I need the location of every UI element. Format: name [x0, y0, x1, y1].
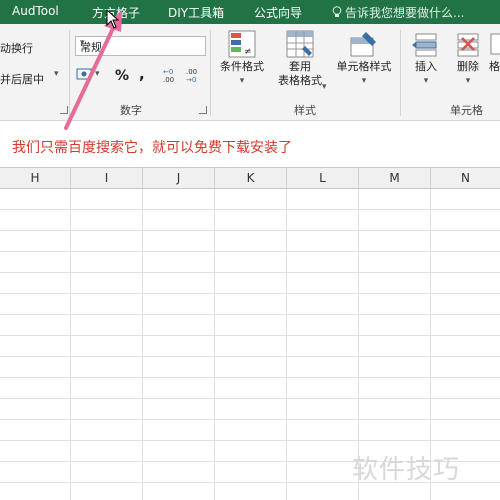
- number-format-select[interactable]: 常规 ▾: [75, 36, 206, 56]
- cells-group-label: 单元格: [450, 104, 483, 117]
- insert-cells-icon: [412, 30, 440, 58]
- conditional-formatting-button[interactable]: ≠ 条件格式 ▾: [214, 30, 270, 88]
- format-as-table-label-2: 表格格式: [278, 74, 322, 87]
- chevron-down-icon: ▾: [361, 76, 367, 86]
- column-header-h[interactable]: H: [0, 168, 71, 188]
- wrap-text-button[interactable]: 动换行: [0, 40, 33, 56]
- format-as-table-label-1: 套用: [289, 60, 311, 73]
- group-separator: [210, 30, 211, 116]
- group-separator: [400, 30, 401, 116]
- column-header-i[interactable]: I: [71, 168, 143, 188]
- column-header-bar: H I J K L M N: [0, 167, 500, 189]
- cell-styles-label: 单元格样式: [336, 60, 392, 73]
- accounting-format-button[interactable]: [76, 68, 92, 83]
- decrease-decimal-button[interactable]: .00 →0: [186, 67, 202, 86]
- accounting-dropdown-icon[interactable]: ▾: [95, 69, 100, 79]
- column-header-m[interactable]: M: [359, 168, 431, 188]
- svg-text:≠: ≠: [244, 47, 252, 57]
- tab-audtool[interactable]: AudTool: [12, 4, 59, 18]
- format-as-table-button[interactable]: 套用 表格格式: [270, 30, 330, 88]
- decrease-decimal-icon: .00 →0: [186, 68, 197, 84]
- svg-text:.00: .00: [186, 68, 197, 76]
- merge-center-button[interactable]: 并后居中: [0, 71, 44, 87]
- svg-text:→0: →0: [186, 76, 196, 83]
- chevron-down-icon: ▾: [423, 76, 429, 86]
- cell-styles-icon: [350, 30, 378, 58]
- chevron-down-icon: ▾: [80, 38, 85, 48]
- watermark-text: 软件技巧: [352, 455, 461, 485]
- delete-label: 删除: [457, 60, 479, 73]
- group-separator: [69, 30, 70, 116]
- format-cells-button[interactable]: 格: [489, 30, 500, 74]
- tab-diy-toolbox[interactable]: DIY工具箱: [168, 4, 224, 21]
- chevron-down-icon: ▾: [465, 76, 471, 86]
- format-label: 格: [489, 60, 500, 73]
- column-header-n[interactable]: N: [431, 168, 500, 188]
- conditional-formatting-label: 条件格式: [220, 60, 264, 73]
- mouse-pointer-icon: [106, 9, 120, 29]
- format-cells-icon: [489, 30, 500, 58]
- comma-style-button[interactable]: ,: [139, 65, 145, 83]
- chevron-down-icon: ▾: [239, 76, 245, 86]
- format-as-table-dropdown-icon[interactable]: ▾: [322, 82, 327, 92]
- tell-me-box[interactable]: 告诉我您想要做什么...: [332, 4, 464, 21]
- percent-style-button[interactable]: %: [115, 68, 129, 84]
- svg-text:←0: ←0: [163, 68, 173, 76]
- annotation-text: 我们只需百度搜索它，就可以免费下载安装了: [12, 140, 292, 156]
- merge-dropdown-icon[interactable]: ▾: [54, 69, 59, 79]
- column-header-k[interactable]: K: [215, 168, 287, 188]
- insert-cells-button[interactable]: 插入 ▾: [406, 30, 446, 88]
- delete-cells-icon: [454, 30, 482, 58]
- column-header-j[interactable]: J: [143, 168, 215, 188]
- currency-icon: [76, 68, 92, 80]
- conditional-formatting-icon: ≠: [228, 30, 256, 58]
- number-group-label: 数字: [120, 104, 142, 117]
- increase-decimal-button[interactable]: ←0 .00: [163, 67, 179, 86]
- format-as-table-icon: [286, 30, 314, 58]
- tab-formula-wizard[interactable]: 公式向导: [254, 4, 302, 21]
- tell-me-text: 告诉我您想要做什么...: [345, 6, 465, 20]
- ribbon: 动换行 并后居中 ▾ 常规 ▾ ▾ % , ←0 .00 .00 →0 数字 ≠…: [0, 24, 500, 121]
- delete-cells-button[interactable]: 删除 ▾: [448, 30, 488, 88]
- lightbulb-icon: [332, 6, 342, 17]
- svg-text:.00: .00: [163, 76, 174, 83]
- styles-group-label: 样式: [294, 104, 316, 117]
- alignment-launcher-icon[interactable]: [60, 106, 68, 114]
- column-header-l[interactable]: L: [287, 168, 359, 188]
- insert-label: 插入: [415, 60, 437, 73]
- ribbon-tab-bar: AudTool 方方格子 DIY工具箱 公式向导 告诉我您想要做什么...: [0, 0, 500, 24]
- increase-decimal-icon: ←0 .00: [163, 68, 174, 84]
- number-launcher-icon[interactable]: [199, 106, 207, 114]
- cell-styles-button[interactable]: 单元格样式 ▾: [333, 30, 395, 88]
